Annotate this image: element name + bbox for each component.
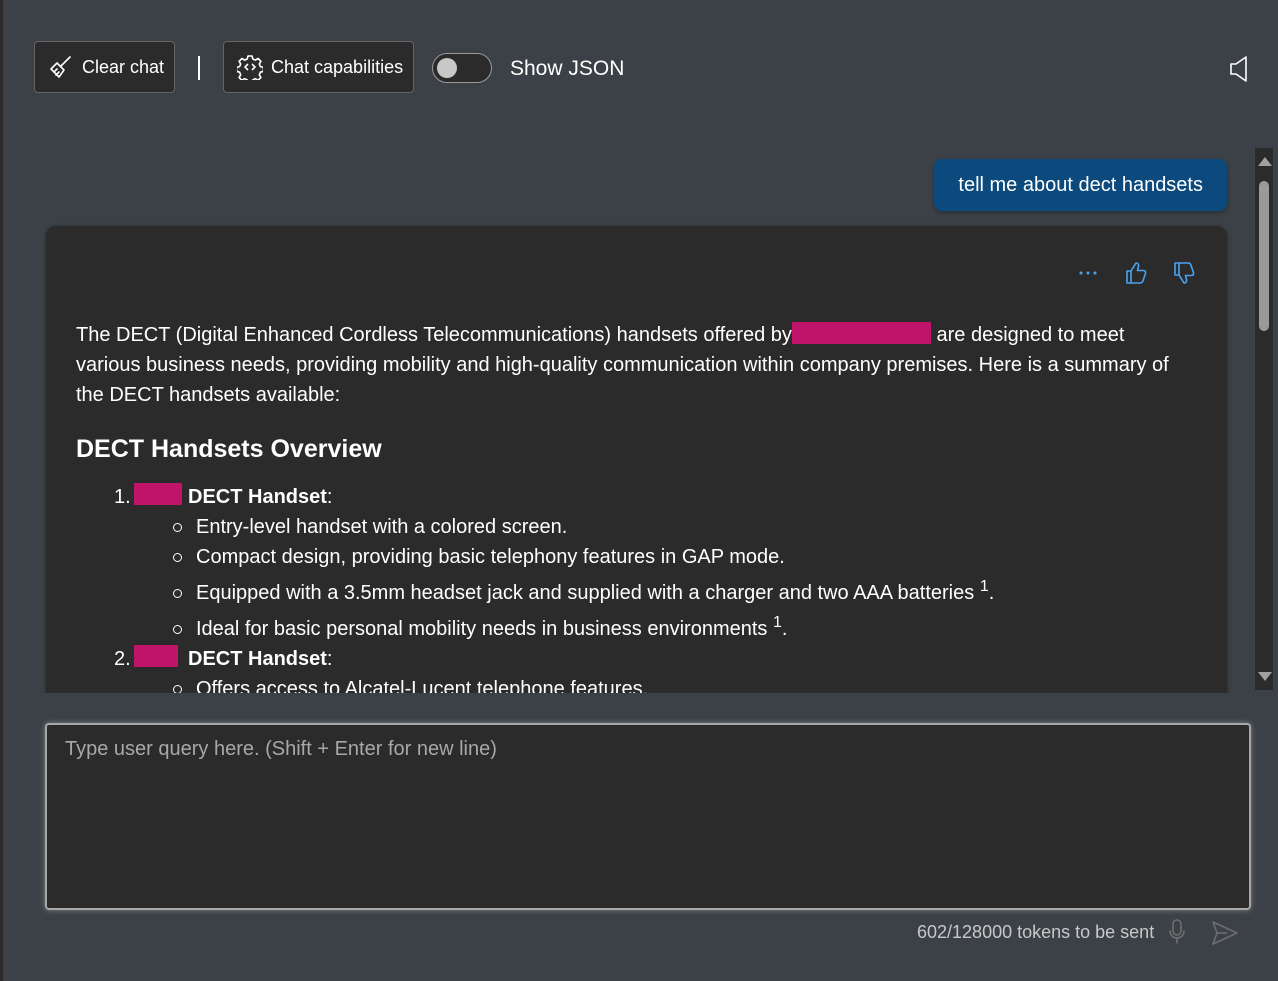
list-item: Equipped with a 3.5mm headset jack and s… [173, 578, 1192, 608]
toolbar-divider [198, 56, 200, 80]
item-number: 1. [114, 486, 131, 508]
send-icon[interactable] [1211, 920, 1239, 946]
item-name: DECT Handset [188, 648, 327, 670]
list-item: Entry-level handset with a colored scree… [173, 512, 1192, 542]
chat-capabilities-button[interactable]: Chat capabilities [223, 41, 414, 93]
item-name: DECT Handset [188, 486, 327, 508]
bullet-text: Compact design, providing basic telephon… [196, 546, 785, 568]
bullet-tail: . [988, 582, 995, 604]
item-title: DECT Handset: [134, 644, 332, 674]
scroll-up-arrow[interactable] [1258, 157, 1272, 166]
citation-ref[interactable]: 1 [980, 578, 989, 595]
chat-scrollbar[interactable] [1255, 148, 1273, 690]
thumbs-up-icon[interactable] [1123, 260, 1149, 286]
list-item: Ideal for basic personal mobility needs … [173, 614, 1192, 644]
overview-heading: DECT Handsets Overview [76, 435, 382, 463]
redacted-text [134, 483, 182, 505]
redacted-text [134, 645, 178, 667]
intro-text-start: The DECT (Digital Enhanced Cordless Tele… [76, 324, 792, 346]
bullet-text: Offers access to Alcatel-Lucent telephon… [196, 678, 649, 693]
token-count: 602/128000 tokens to be sent [917, 922, 1155, 942]
item-title: DECT Handset: [134, 482, 332, 512]
broom-icon [48, 54, 74, 80]
more-icon[interactable] [1075, 260, 1101, 286]
query-input[interactable] [45, 723, 1251, 910]
bullet-text: Ideal for basic personal mobility needs … [196, 618, 773, 640]
scroll-thumb[interactable] [1259, 181, 1269, 331]
clear-chat-button[interactable]: Clear chat [34, 41, 175, 93]
toggle-knob [437, 58, 457, 78]
list-item: Compact design, providing basic telephon… [173, 542, 1192, 572]
list-item: 2. DECT Handset: Offers access to Alcate… [76, 644, 1186, 693]
assistant-message: The DECT (Digital Enhanced Cordless Tele… [46, 226, 1227, 693]
redacted-text [791, 322, 931, 344]
handset-list: 1. DECT Handset: Entry-level handset wit… [76, 482, 1186, 693]
item-bullets: Entry-level handset with a colored scree… [173, 512, 1186, 644]
list-item: Offers access to Alcatel-Lucent telephon… [173, 674, 1192, 693]
bullet-text: Entry-level handset with a colored scree… [196, 516, 568, 538]
item-colon: : [326, 486, 333, 508]
show-json-toggle[interactable] [432, 53, 492, 83]
chat-capabilities-label: Chat capabilities [271, 56, 404, 77]
mic-icon[interactable] [1168, 918, 1186, 946]
list-item: 1. DECT Handset: Entry-level handset wit… [76, 482, 1186, 644]
message-actions [1075, 260, 1197, 286]
assistant-content: The DECT (Digital Enhanced Cordless Tele… [76, 320, 1186, 693]
gear-icon [237, 54, 263, 80]
clear-chat-label: Clear chat [82, 56, 165, 77]
item-colon: : [326, 648, 333, 670]
item-bullets: Offers access to Alcatel-Lucent telephon… [173, 674, 1186, 693]
user-message: tell me about dect handsets [934, 159, 1227, 211]
item-number: 2. [114, 648, 131, 670]
chat-history: tell me about dect handsets The DECT (Di… [3, 145, 1255, 693]
intro-paragraph: The DECT (Digital Enhanced Cordless Tele… [76, 320, 1186, 410]
scroll-down-arrow[interactable] [1258, 672, 1272, 681]
thumbs-down-icon[interactable] [1171, 260, 1197, 286]
bullet-text: Equipped with a 3.5mm headset jack and s… [196, 582, 980, 604]
show-json-label: Show JSON [510, 57, 625, 80]
bullet-tail: . [781, 618, 788, 640]
speaker-icon[interactable] [1229, 55, 1249, 83]
chat-app: Clear chat Chat capabilities Show JSON t… [3, 0, 1278, 981]
citation-ref[interactable]: 1 [773, 614, 782, 631]
